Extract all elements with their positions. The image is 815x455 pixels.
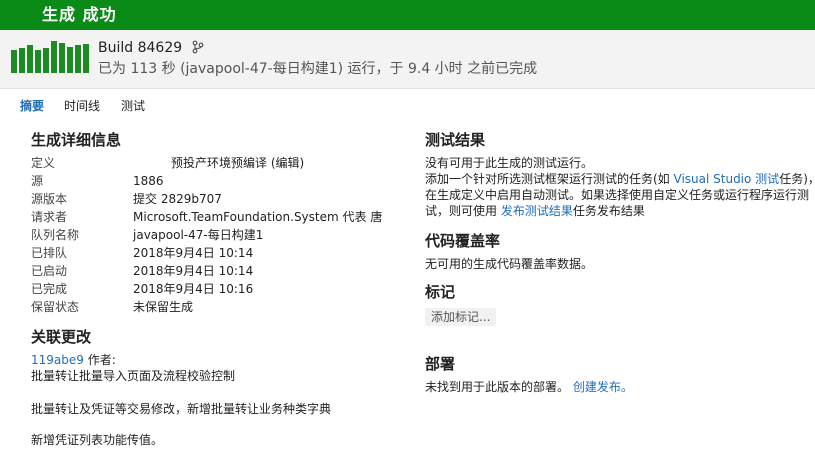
build-history-bar[interactable] <box>19 48 25 73</box>
build-history-bar[interactable] <box>27 45 33 73</box>
tests-text: 任务发布结果 <box>572 204 645 218</box>
build-description: 已为 113 秒 (javapool-47-每日构建1) 运行，于 9.4 小时… <box>98 61 538 77</box>
add-tag-button[interactable]: 添加标记... <box>425 308 497 326</box>
build-history-bar[interactable] <box>59 43 65 73</box>
publish-test-results-link[interactable]: 发布测试结果 <box>501 204 573 218</box>
change-message: 新增凭证列表功能传值。 <box>31 433 164 447</box>
details-title: 生成详细信息 <box>31 131 122 149</box>
detail-key: 队列名称 <box>31 228 80 242</box>
tests-text: 任务)， <box>779 172 815 186</box>
build-history-bar[interactable] <box>75 45 81 73</box>
commit-link[interactable]: 119abe9 <box>31 353 84 367</box>
definition-link[interactable]: 预投产环境预编译 (编辑) <box>171 155 304 171</box>
tab-tests[interactable]: 测试 <box>121 99 145 113</box>
detail-key: 源 <box>31 174 44 188</box>
tests-line: 添加一个针对所选测试框架运行测试的任务(如 Visual Studio 测试任务… <box>425 171 815 187</box>
tests-line: 没有可用于此生成的测试运行。 <box>425 156 594 170</box>
change-message: 批量转让批量导入页面及流程校验控制 <box>31 369 236 383</box>
detail-key: 源版本 <box>31 192 68 206</box>
queue-link[interactable]: javapool-47-每日构建1 <box>133 227 263 243</box>
deploy-line: 未找到用于此版本的部署。 创建发布。 <box>425 379 633 395</box>
coverage-text: 无可用的生成代码覆盖率数据。 <box>425 257 594 271</box>
detail-key: 已启动 <box>31 264 68 278</box>
tests-line: 试，则可使用 发布测试结果任务发布结果 <box>425 203 645 219</box>
tab-summary[interactable]: 摘要 <box>20 99 44 113</box>
create-release-link[interactable]: 创建发布。 <box>573 380 633 394</box>
detail-key: 已完成 <box>31 282 68 296</box>
build-history-bar[interactable] <box>51 41 57 73</box>
branch-icon <box>192 40 203 54</box>
deploy-title: 部署 <box>425 355 456 373</box>
coverage-title: 代码覆盖率 <box>425 232 501 250</box>
changes-title: 关联更改 <box>31 328 92 346</box>
build-history-bar[interactable] <box>11 50 17 73</box>
author-label: 作者: <box>87 353 116 367</box>
tab-timeline[interactable]: 时间线 <box>64 99 100 113</box>
build-name: Build 84629 <box>98 39 205 57</box>
tests-line: 在生成定义中启用自动测试。如果选择使用自定义任务或运行程序运行测 <box>425 188 810 202</box>
tests-text: 试，则可使用 <box>425 204 501 218</box>
build-history-bar[interactable] <box>43 48 49 73</box>
build-history-bar[interactable] <box>67 47 73 73</box>
vs-test-link[interactable]: Visual Studio 测试 <box>674 172 780 186</box>
queued-value: 2018年9月4日 10:14 <box>133 246 254 260</box>
tags-title: 标记 <box>425 283 456 301</box>
retention-value: 未保留生成 <box>133 300 194 314</box>
detail-key: 请求者 <box>31 210 68 224</box>
change-message: 批量转让及凭证等交易修改，新增批量转让业务种类字典 <box>31 402 332 416</box>
status-banner: 生成 成功 <box>0 0 815 30</box>
deploy-text: 未找到用于此版本的部署。 <box>425 380 570 394</box>
detail-key: 保留状态 <box>31 300 80 314</box>
started-value: 2018年9月4日 10:14 <box>133 264 254 278</box>
source-version-link[interactable]: 提交 2829b707 <box>133 191 222 207</box>
build-number: Build 84629 <box>98 40 183 56</box>
tests-title: 测试结果 <box>425 131 486 149</box>
build-status-title: 生成 成功 <box>42 5 117 24</box>
finished-value: 2018年9月4日 10:16 <box>133 282 254 296</box>
detail-key: 已排队 <box>31 246 68 260</box>
detail-key: 定义 <box>31 156 56 170</box>
build-history-bar[interactable] <box>83 44 89 73</box>
commit-line: 119abe9 作者: <box>31 352 116 368</box>
source-link[interactable]: 1886 <box>133 173 164 189</box>
build-history-chart[interactable] <box>11 41 89 73</box>
build-header: Build 84629 已为 113 秒 (javapool-47-每日构建1)… <box>0 30 815 89</box>
tab-bar: 摘要 时间线 测试 <box>0 96 815 118</box>
build-history-bar[interactable] <box>35 50 41 73</box>
tests-text: 添加一个针对所选测试框架运行测试的任务(如 <box>425 172 674 186</box>
requester-value: Microsoft.TeamFoundation.System 代表 唐 <box>133 210 383 224</box>
